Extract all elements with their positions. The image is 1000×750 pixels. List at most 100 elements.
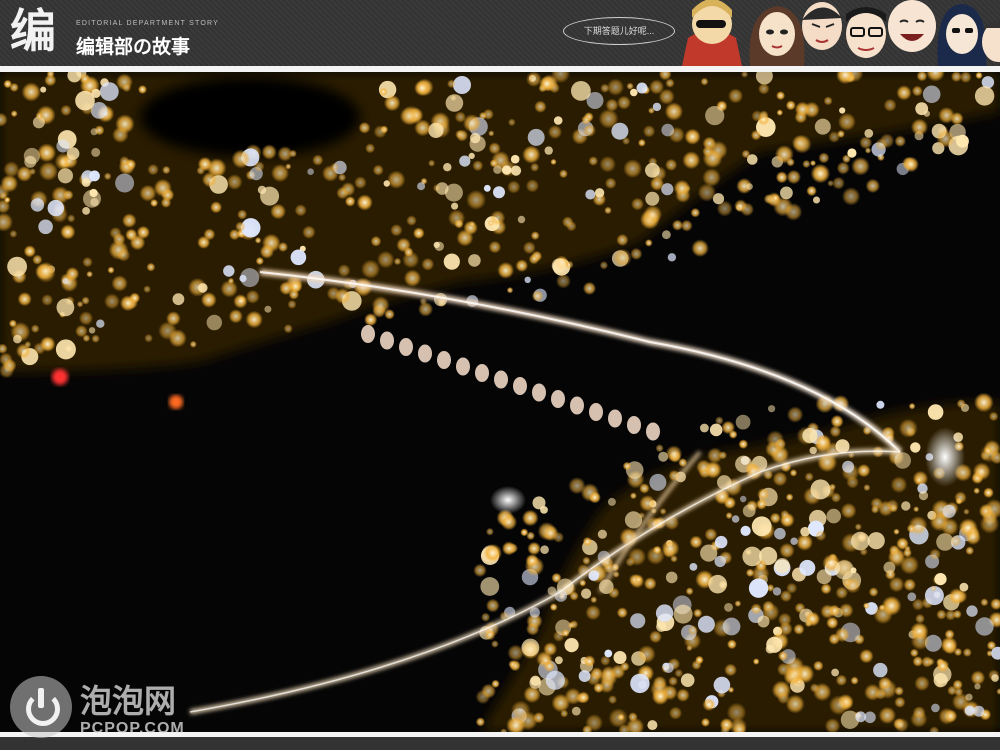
face-5 <box>888 0 936 52</box>
city-light-dot <box>253 161 265 172</box>
city-light-dot <box>116 248 131 262</box>
city-light-dot <box>539 76 555 92</box>
city-light-dot <box>507 644 524 662</box>
city-light-dot <box>379 87 388 97</box>
city-light-dot <box>83 189 101 208</box>
city-light-dot <box>168 329 187 348</box>
city-light-dot <box>608 587 620 599</box>
city-light-dot <box>799 559 816 576</box>
city-light-dot <box>696 459 712 475</box>
city-light-dot <box>597 529 608 539</box>
city-light-dot <box>700 423 709 433</box>
city-light-dot <box>354 176 367 189</box>
city-light-dot <box>66 147 80 160</box>
face-3 <box>802 2 842 50</box>
city-light-dot <box>540 654 552 666</box>
city-light-dot <box>647 720 658 731</box>
city-light-dot <box>372 164 384 176</box>
city-light-dot <box>235 221 246 232</box>
city-light-dot <box>473 563 487 578</box>
city-light-dot <box>810 479 831 500</box>
city-light-dot <box>868 587 879 597</box>
city-light-dot <box>758 83 770 95</box>
city-light-dot <box>674 668 684 678</box>
city-light-dot <box>237 209 248 220</box>
city-light-dot <box>393 257 402 266</box>
city-light-dot <box>810 160 816 167</box>
city-light-dot <box>638 512 645 519</box>
city-light-dot <box>682 151 701 170</box>
city-light-dot <box>89 170 100 182</box>
city-light-dot <box>448 209 466 227</box>
city-light-dot <box>962 648 972 657</box>
city-light-dot <box>32 254 43 265</box>
city-light-dot <box>655 604 674 622</box>
bridge-reflection-dot <box>456 357 470 376</box>
city-light-dot <box>257 185 267 195</box>
city-light-dot <box>645 239 653 247</box>
city-light-dot <box>769 512 781 524</box>
city-light-dot <box>567 621 575 629</box>
city-light-dot <box>525 179 540 193</box>
bridge-reflection-dot <box>608 409 622 428</box>
city-light-dot <box>842 460 855 473</box>
city-light-dot <box>865 178 880 194</box>
city-light-dot <box>488 240 502 254</box>
city-light-dot <box>285 163 292 170</box>
city-light-dot <box>10 110 18 118</box>
city-light-dot <box>775 171 788 184</box>
city-light-dot <box>338 173 347 182</box>
city-light-dot <box>330 162 340 172</box>
city-light-dot <box>521 638 540 657</box>
city-light-dot <box>491 640 499 648</box>
city-light-dot <box>859 649 874 664</box>
city-light-dot <box>668 706 683 720</box>
city-light-dot <box>714 555 726 568</box>
city-light-dot <box>930 585 937 592</box>
city-light-dot <box>818 152 830 164</box>
city-light-dot <box>617 95 631 110</box>
city-light-dot <box>914 475 924 485</box>
city-light-dot <box>771 194 780 202</box>
city-light-dot <box>954 491 967 504</box>
city-light-dot <box>738 439 749 450</box>
city-light-dot <box>456 229 474 247</box>
city-light-dot <box>604 649 613 658</box>
bridge-reflection-dot <box>475 364 489 382</box>
city-light-dot <box>894 717 909 732</box>
city-light-dot <box>125 159 137 170</box>
city-light-dot <box>705 106 725 126</box>
city-light-dot <box>661 123 674 137</box>
city-light-dot <box>30 324 40 333</box>
city-light-dot <box>551 572 562 583</box>
city-light-dot <box>337 264 351 277</box>
watermark-name: 泡泡网 <box>80 683 177 719</box>
city-light-dot <box>112 126 129 143</box>
city-light-dot <box>734 600 742 607</box>
face-6 <box>937 4 987 66</box>
city-light-dot <box>776 91 786 101</box>
bridge-reflection-dot <box>399 338 413 356</box>
site-watermark: 泡泡网 PCPOP.COM <box>10 672 240 748</box>
city-light-dot <box>508 660 517 669</box>
city-light-dot <box>403 247 414 257</box>
city-light-dot <box>403 269 422 287</box>
city-light-dot <box>143 285 151 293</box>
city-light-dot <box>766 430 785 449</box>
city-light-dot <box>829 425 842 438</box>
city-light-dot <box>390 224 403 237</box>
city-light-dot <box>750 130 762 141</box>
city-light-dot <box>399 107 418 126</box>
bridge-reflection-dot <box>646 422 660 441</box>
city-light-dot <box>540 545 549 554</box>
city-light-dot <box>940 518 959 536</box>
city-light-dot <box>695 655 704 665</box>
city-light-dot <box>8 319 17 328</box>
city-light-dot <box>722 617 741 636</box>
city-light-dot <box>581 588 592 599</box>
city-light-dot <box>762 600 775 613</box>
city-light-dot <box>893 528 900 535</box>
city-light-dot <box>728 88 744 104</box>
city-light-dot <box>261 144 277 160</box>
city-light-dot <box>804 472 814 482</box>
